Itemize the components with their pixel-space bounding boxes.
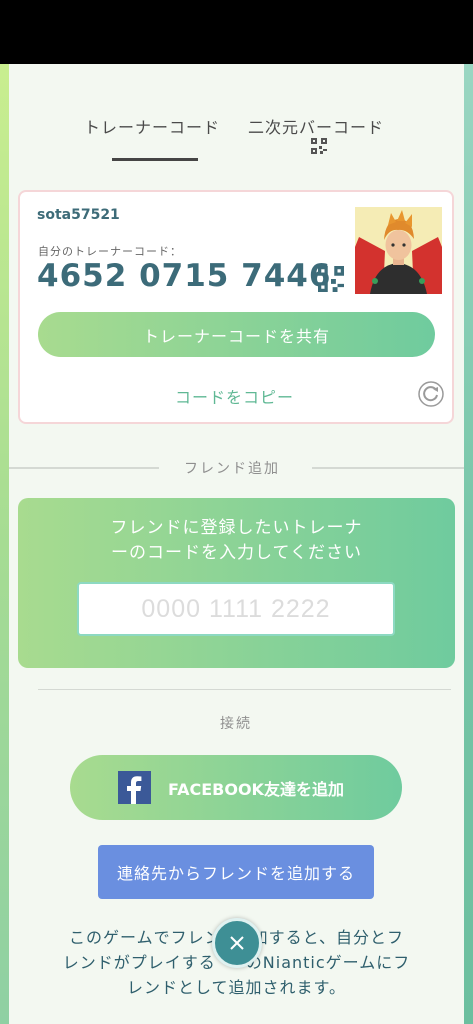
- add-friend-prompt-line: フレンドに登録したいトレーナ: [110, 518, 363, 538]
- facebook-icon: [118, 771, 151, 804]
- refresh-icon[interactable]: [418, 381, 444, 407]
- background-edge-left: [0, 64, 9, 1024]
- connect-section-title: 接続: [220, 716, 252, 732]
- footer-text-part: レンドとして追加されます。: [127, 978, 346, 997]
- tab-trainer-code[interactable]: トレーナーコード: [84, 114, 220, 138]
- divider-left: [9, 467, 159, 469]
- add-from-contacts-button[interactable]: 連絡先からフレンドを追加する: [98, 845, 374, 899]
- username: sota57521: [37, 207, 120, 223]
- share-trainer-code-button[interactable]: トレーナーコードを共有: [38, 312, 435, 357]
- avatar: [355, 207, 442, 294]
- status-bar: [0, 0, 473, 64]
- active-tab-underline: [112, 158, 198, 161]
- copy-code-link[interactable]: コードをコピー: [175, 384, 294, 408]
- trainer-code-value: 4652 0715 7446: [37, 258, 332, 294]
- facebook-add-friends-label: FACEBOOK友達を追加: [168, 780, 344, 799]
- footer-text-part: のNianticゲームにフ: [245, 953, 411, 972]
- tab-qr-code[interactable]: 二次元バーコード: [248, 114, 384, 138]
- qr-code-icon[interactable]: [311, 138, 327, 154]
- footer-text-part: 加すると、自分とフ: [251, 928, 404, 947]
- connect-divider: [38, 689, 451, 690]
- add-friend-section-title: フレンド追加: [184, 461, 280, 477]
- footer-text-part: このゲームでフレン: [69, 928, 222, 947]
- close-button[interactable]: [212, 918, 262, 968]
- divider-right: [312, 467, 464, 469]
- add-friend-prompt: フレンドに登録したいトレーナ ーのコードを入力してください: [18, 516, 455, 566]
- footer-text-part: レンドがプレイする: [62, 953, 216, 972]
- friend-code-input[interactable]: 0000 1111 2222: [77, 582, 395, 636]
- close-icon: [230, 936, 244, 950]
- trainer-code-label: 自分のトレーナーコード：: [38, 245, 182, 258]
- add-friend-prompt-line: ーのコードを入力してください: [111, 543, 362, 563]
- qr-code-icon[interactable]: [318, 266, 344, 292]
- background-edge-right: [464, 64, 473, 1024]
